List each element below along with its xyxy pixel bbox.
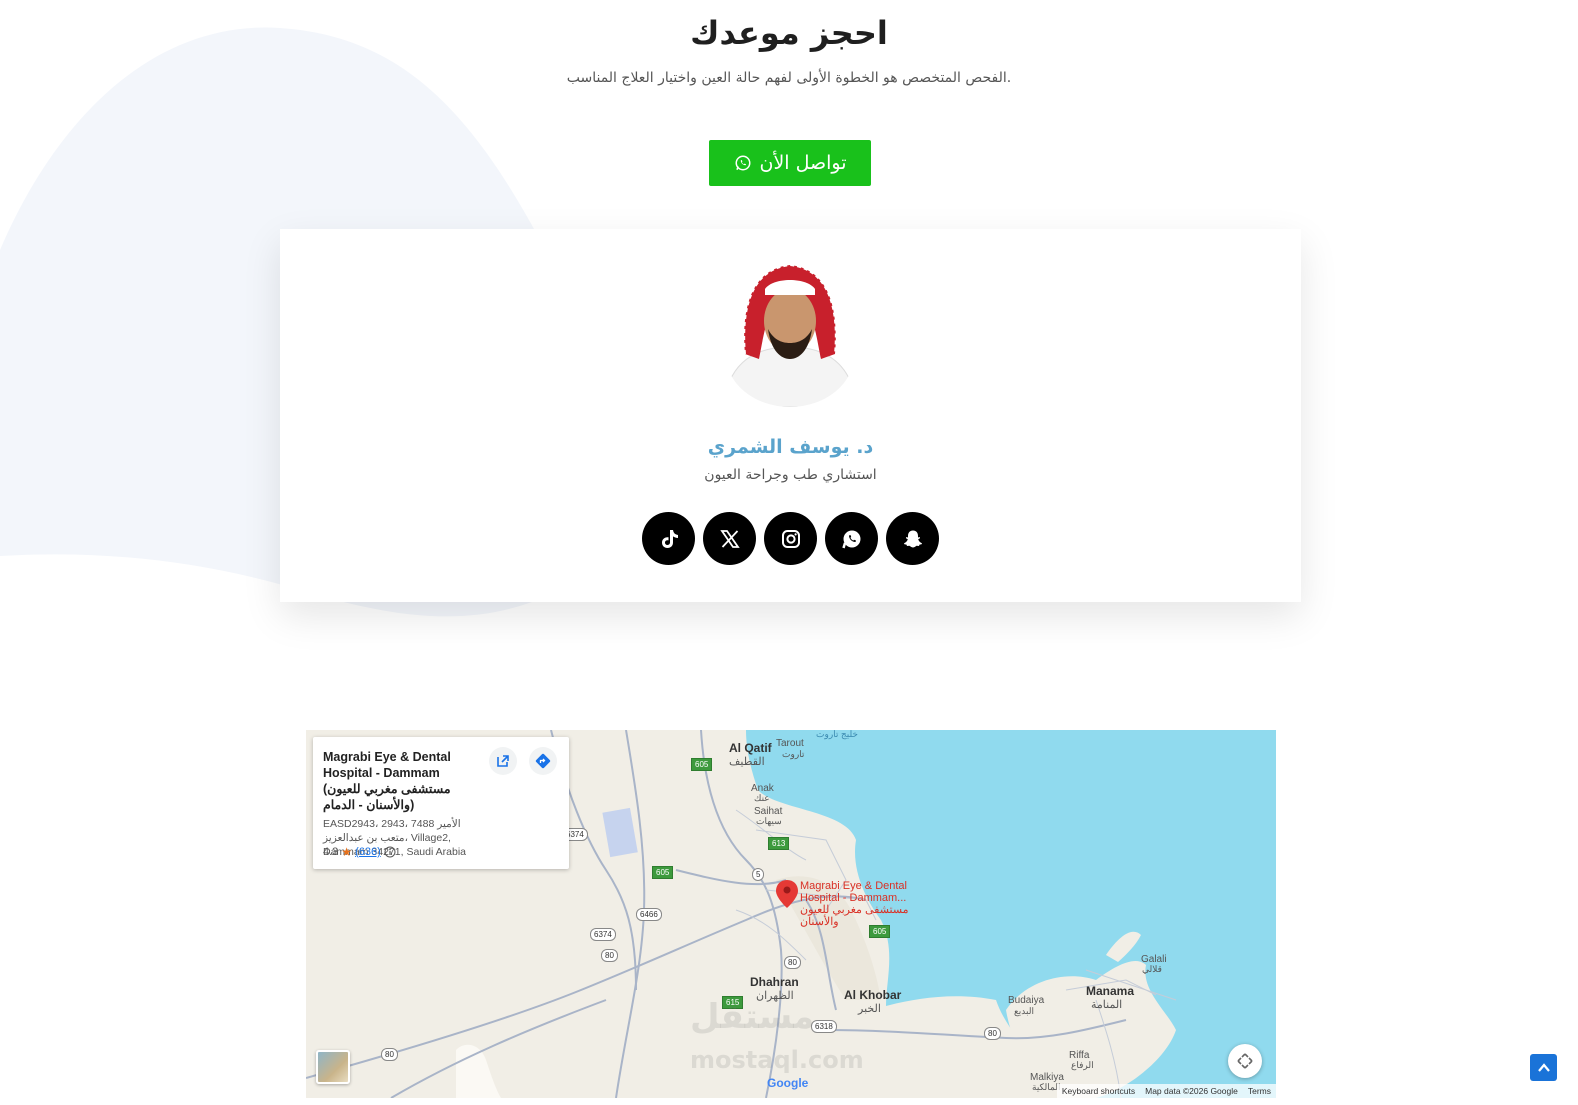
social-snapchat[interactable]: [886, 512, 939, 565]
road-shield: 613: [768, 837, 790, 850]
social-x[interactable]: [703, 512, 756, 565]
map-label-manama: Manama: [1086, 984, 1135, 998]
road-shield: 80: [381, 1048, 398, 1061]
map-label-manama-ar: المنامة: [1091, 999, 1123, 1011]
page-subtitle: .الفحص المتخصص هو الخطوة الأولى لفهم حال…: [566, 70, 1012, 86]
terms-link[interactable]: Terms: [1243, 1084, 1276, 1098]
whatsapp-icon: [841, 530, 860, 548]
chevron-up-icon: [1537, 1062, 1550, 1072]
road-shield: 80: [984, 1027, 1001, 1040]
road-shield: 80: [784, 956, 801, 969]
doctor-card: د. يوسف الشمري استشاري طب وجراحة العيون: [280, 229, 1301, 602]
social-whatsapp[interactable]: [825, 512, 878, 565]
social-links: [280, 512, 1301, 565]
map-footer: Keyboard shortcuts Map data ©2026 Google…: [1056, 1084, 1276, 1098]
map-layer-toggle[interactable]: [316, 1050, 350, 1084]
keyboard-shortcuts-link[interactable]: Keyboard shortcuts: [1057, 1084, 1140, 1098]
map-label-al-khobar: Al Khobar: [844, 988, 902, 1002]
map-label-tarout-ar: تاروت: [782, 749, 805, 759]
map-label-al-qatif-ar: القطيف: [729, 756, 765, 768]
map-label-tarout-bay: خليج تاروت: [816, 730, 858, 739]
road-shield: 80: [601, 949, 618, 962]
directions-button[interactable]: [529, 747, 557, 775]
review-count-link[interactable]: (636): [355, 846, 381, 858]
road-shield: 6318: [811, 1020, 837, 1033]
doctor-specialty: استشاري طب وجراحة العيون: [704, 467, 877, 483]
watermark: مستقل: [690, 997, 815, 1037]
road-shield: 605: [652, 866, 674, 879]
snapchat-icon: [903, 530, 922, 547]
instagram-icon: [781, 529, 800, 548]
star-icon: ★: [341, 845, 353, 859]
doctor-avatar: [726, 263, 854, 407]
page-title: احجز موعدك: [690, 14, 888, 52]
open-in-maps-button[interactable]: [489, 747, 517, 775]
map-data-attribution: Map data ©2026 Google: [1145, 1086, 1238, 1096]
google-logo: Google: [767, 1076, 808, 1090]
map-label-budaiya: Budaiya: [1008, 995, 1045, 1006]
embedded-map[interactable]: Al Qatif القطيف Tarout تاروت خليج تاروت …: [306, 730, 1276, 1098]
place-rating: 4.3 ★ (636): [323, 845, 396, 859]
info-icon[interactable]: [384, 846, 396, 858]
external-link-icon: [497, 755, 509, 767]
scroll-to-top-button[interactable]: [1530, 1054, 1557, 1081]
map-label-budaiya-ar: البديع: [1014, 1006, 1034, 1016]
map-label-al-khobar-ar: الخبر: [858, 1003, 881, 1015]
fullscreen-button[interactable]: [1228, 1044, 1262, 1078]
road-shield: 6374: [590, 928, 616, 941]
social-tiktok[interactable]: [642, 512, 695, 565]
contact-now-label: تواصل الأن: [759, 152, 847, 174]
map-label-dhahran: Dhahran: [750, 975, 799, 989]
directions-icon: [535, 753, 551, 769]
map-pin-label: Magrabi Eye & Dental Hospital - Dammam..…: [800, 880, 909, 928]
map-label-riffa-ar: الرفاع: [1071, 1060, 1094, 1070]
social-instagram[interactable]: [764, 512, 817, 565]
whatsapp-icon: [735, 155, 750, 171]
road-shield: 605: [691, 758, 713, 771]
road-shield: 6466: [636, 908, 662, 921]
map-label-tarout: Tarout: [776, 738, 804, 749]
map-label-galali-ar: قلالي: [1142, 964, 1162, 974]
rating-value: 4.3: [323, 846, 339, 858]
google-logo-text: Google: [767, 1076, 809, 1090]
doctor-name: د. يوسف الشمري: [707, 436, 874, 458]
place-name: Magrabi Eye & Dental Hospital - Dammam (…: [323, 750, 451, 812]
fullscreen-icon: [1237, 1053, 1253, 1069]
contact-now-button[interactable]: تواصل الأن: [709, 140, 871, 186]
tiktok-icon: [661, 529, 678, 548]
watermark-url: mostaql.com: [690, 1046, 864, 1074]
map-label-saihat-ar: سيهات: [756, 816, 782, 826]
map-label-al-qatif: Al Qatif: [729, 741, 772, 755]
place-info-card: Magrabi Eye & Dental Hospital - Dammam (…: [313, 737, 569, 869]
map-label-anak-ar: عنك: [754, 793, 770, 803]
x-icon: [719, 529, 740, 548]
